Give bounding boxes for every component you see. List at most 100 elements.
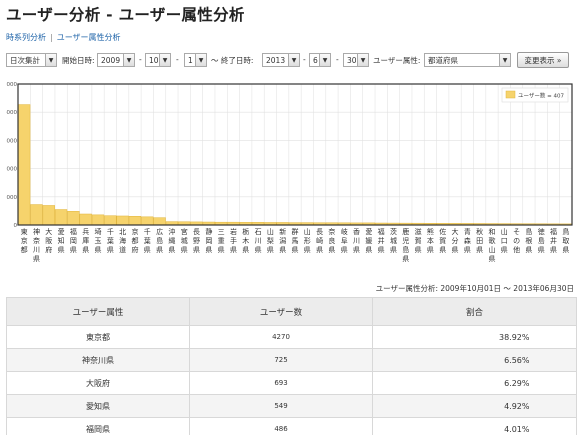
row-attribute: 福岡県 [6,417,190,435]
x-tick-label: 沖 [168,227,175,236]
x-tick-label: 歌 [488,236,495,245]
legend-label: ユーザー数 = 407 [518,92,564,100]
granularity-value: 日次集計 [10,55,40,65]
x-tick-label: 葉 [144,236,151,245]
x-tick-label: 石 [255,228,262,236]
table-row: 大阪府 693 6.29% [6,371,577,395]
date-dash: - [303,55,306,64]
end-year-select[interactable]: 2013 ▼ [262,53,300,67]
apply-button[interactable]: 変更表示 » [517,52,569,68]
x-tick-label: 口 [501,237,508,245]
y-tick-label: 5000 [6,82,17,88]
x-tick-label: 媛 [365,236,372,245]
y-tick-label: 4000 [6,110,17,116]
chevron-down-icon: ▼ [288,54,299,66]
row-ratio-cell: 38.92% [372,325,577,349]
start-year-select[interactable]: 2009 ▼ [97,53,135,67]
x-tick-label: 井 [550,236,557,245]
range-text: ユーザー属性分析: 2009年10月01日 ～ 2013年06月30日 [375,284,574,293]
x-tick-label: 県 [341,246,348,254]
x-tick-label: 葉 [107,236,114,245]
x-tick-label: 県 [230,246,237,254]
user-attribute-link[interactable]: ユーザー属性分析 [57,33,121,42]
x-tick-label: 府 [131,245,138,254]
bar [79,213,92,226]
attribute-select[interactable]: 都道府県 ▼ [424,53,511,67]
bar-chart-svg: 010002000300040005000東京都神奈川県大阪府愛知県福岡県兵庫県… [6,82,573,263]
bar [54,209,68,226]
x-tick-label: 埼 [95,227,102,236]
x-tick-label: 香 [353,227,360,236]
x-tick-label: 愛 [58,227,65,236]
x-tick-label: 島 [525,227,532,236]
end-day-value: 30 [347,55,357,65]
x-tick-label: 県 [390,246,397,254]
row-ratio-cell: 4.01% [372,417,577,435]
x-tick-label: 県 [476,246,483,254]
x-tick-label: 岐 [341,227,348,236]
chevron-down-icon: ▼ [45,54,56,66]
x-tick-label: 福 [378,227,385,236]
x-tick-label: 岡 [205,237,212,245]
x-tick-label: 都 [21,246,28,254]
bar [104,215,117,226]
x-tick-label: 県 [402,255,409,263]
x-tick-label: 県 [156,246,163,254]
x-tick-label: 海 [119,236,126,245]
x-tick-label: 道 [119,245,126,254]
x-tick-label: 静 [205,227,212,236]
x-tick-label: 本 [427,236,434,245]
x-tick-label: 福 [70,227,77,236]
x-tick-label: 愛 [365,227,372,236]
x-tick-label: 県 [464,246,471,254]
attribute-value: 都道府県 [428,55,458,65]
table-row: 神奈川県 725 6.56% [6,348,577,372]
granularity-select[interactable]: 日次集計 ▼ [6,53,57,67]
y-tick-label: 1000 [6,195,17,201]
chevron-down-icon: ▼ [499,54,510,66]
x-tick-label: 県 [525,246,532,254]
x-tick-label: 賀 [415,236,422,245]
start-day-value: 1 [188,55,193,65]
table-row: 福岡県 486 4.01% [6,417,577,435]
x-tick-label: そ [513,228,520,236]
start-date-label: 開始日時: [62,56,95,65]
chevron-down-icon: ▼ [195,54,206,66]
x-tick-label: 県 [550,246,557,254]
x-tick-label: 県 [107,246,114,254]
header-count: ユーザー数 [189,297,373,326]
x-tick-label: 京 [131,227,138,236]
row-ratio: 6.29% [504,378,530,388]
x-tick-label: 県 [501,246,508,254]
bar [67,211,80,226]
row-count: 725 [189,348,373,372]
x-tick-label: 川 [255,237,262,245]
start-day-select[interactable]: 1 ▼ [184,53,207,67]
bar [42,205,55,226]
x-tick-label: 阪 [45,236,52,245]
bar [153,217,166,226]
row-ratio: 4.92% [504,401,530,411]
end-day-select[interactable]: 30 ▼ [343,53,369,67]
user-count-chart: 010002000300040005000東京都神奈川県大阪府愛知県福岡県兵庫県… [6,80,577,277]
chevron-down-icon: ▼ [123,54,134,66]
x-tick-label: 北 [119,228,126,236]
end-month-select[interactable]: 6 ▼ [309,53,331,67]
x-tick-label: 三 [218,228,225,236]
x-tick-label: 県 [292,246,299,254]
x-tick-label: 賀 [439,236,446,245]
date-dash: - [139,55,142,64]
x-tick-label: 手 [230,236,237,245]
row-ratio-cell: 6.29% [372,371,577,395]
x-tick-label: 縄 [168,236,175,245]
x-tick-label: 島 [538,236,545,245]
bar [30,204,43,226]
page-title: ユーザー分析 - ユーザー属性分析 [6,6,245,24]
timeseries-link[interactable]: 時系列分析 [6,33,46,42]
x-tick-label: 新 [279,227,286,236]
x-tick-label: 川 [353,237,360,245]
start-month-select[interactable]: 10 ▼ [145,53,171,67]
row-attribute: 神奈川県 [6,348,190,372]
x-tick-label: 良 [328,236,335,245]
x-tick-label: 分 [452,236,459,245]
